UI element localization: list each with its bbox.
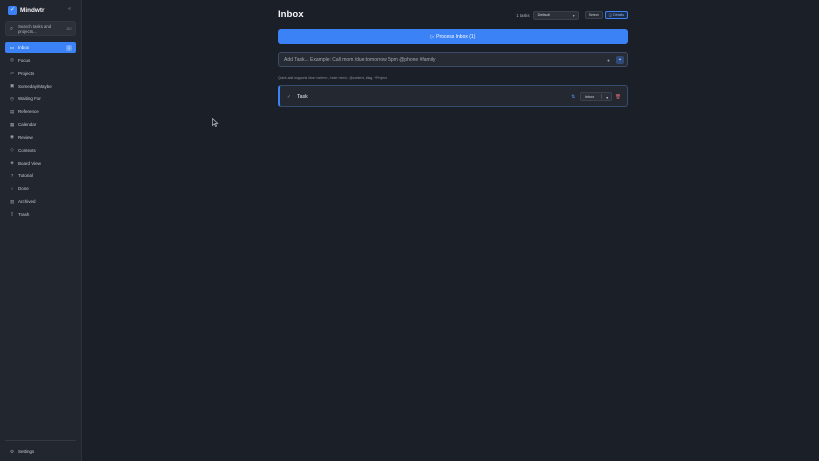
sidebar-item-contexts[interactable]: ◇ Contexts: [5, 145, 76, 156]
sidebar: ✓ Mindwtr « ⌕ Search tasks and projects.…: [0, 0, 82, 461]
tag-icon: ◇: [10, 147, 14, 153]
sidebar-item-board-view[interactable]: ◈ Board View: [5, 158, 76, 169]
search-shortcut: ⌘K: [66, 27, 72, 31]
page-title: Inbox: [278, 9, 304, 20]
sort-select[interactable]: Default ▾: [532, 10, 579, 20]
sidebar-divider: [5, 440, 76, 441]
task-checkbox-icon[interactable]: ✓: [287, 94, 291, 100]
gear-icon: ⚙: [9, 448, 15, 454]
clock-icon: ◷: [9, 95, 14, 101]
sidebar-item-label: Focus: [18, 57, 31, 63]
target-icon: ◎: [9, 57, 14, 63]
sidebar-item-archived[interactable]: ▥ Archived: [5, 196, 76, 207]
trash-icon[interactable]: 🗑︎: [615, 94, 621, 100]
add-task-input[interactable]: [284, 55, 604, 65]
help-icon: ?: [10, 173, 14, 179]
sort-select-value: Default: [537, 13, 550, 17]
magic-wand-icon[interactable]: ✦: [616, 56, 624, 64]
sidebar-item-trash[interactable]: ▯ Trash: [5, 209, 76, 220]
sidebar-item-label: Contexts: [18, 147, 36, 153]
select-separator: [601, 94, 603, 99]
header-controls: 1 tasks Default ▾ Select ◫ Details: [516, 10, 628, 20]
task-status-value: Inbox: [585, 94, 595, 99]
sidebar-item-calendar[interactable]: ▦ Calendar: [5, 119, 76, 130]
sidebar-item-waiting-for[interactable]: ◷ Waiting For: [5, 93, 76, 104]
sidebar-item-tutorial[interactable]: ? Tutorial: [5, 170, 76, 181]
process-inbox-label: Process Inbox (1): [436, 33, 476, 40]
check-circle-icon: ◉: [9, 134, 14, 140]
chevron-down-icon: ▾: [606, 95, 609, 100]
select-button[interactable]: Select: [584, 11, 603, 19]
sidebar-item-projects[interactable]: ▱ Projects: [5, 68, 76, 79]
search-box[interactable]: ⌕ Search tasks and projects... ⌘K: [5, 21, 76, 36]
mouse-cursor-icon: [212, 118, 219, 127]
sidebar-item-label: Reference: [18, 109, 39, 115]
details-button[interactable]: ◫ Details: [604, 11, 628, 19]
task-actions: ⇅ Inbox ▾ 🗑︎: [571, 92, 621, 101]
inbox-icon: ▭: [9, 44, 15, 50]
sidebar-item-label: Someday/Maybe: [18, 83, 52, 89]
archive-box-icon: ▣: [9, 83, 15, 89]
sidebar-item-label: Inbox: [18, 45, 30, 50]
microphone-icon[interactable]: ●: [605, 57, 612, 64]
quick-add-hint: Quick add supports /due:<when>, /note:<t…: [278, 76, 387, 80]
task-item[interactable]: ✓ Task ⇅ Inbox ▾ 🗑︎: [278, 85, 628, 107]
book-icon: ▤: [9, 108, 15, 114]
sidebar-item-settings[interactable]: ⚙ Settings: [5, 446, 76, 457]
task-title[interactable]: Task: [297, 94, 308, 100]
sidebar-item-label: Waiting For: [18, 96, 41, 102]
check-square-icon: ✓: [8, 5, 17, 15]
search-icon: ⌕: [10, 26, 14, 32]
chevron-down-icon: ▾: [572, 14, 575, 18]
sidebar-item-inbox[interactable]: ▭ Inbox 1: [5, 42, 76, 53]
app-name: Mindwtr: [20, 6, 45, 14]
split-icon[interactable]: ⇅: [571, 94, 575, 100]
brand[interactable]: ✓ Mindwtr: [8, 5, 45, 15]
sidebar-item-focus[interactable]: ◎ Focus: [5, 55, 76, 66]
done-circle-icon: ○: [10, 186, 14, 192]
folder-icon: ▱: [10, 70, 14, 76]
sidebar-item-label: Archived: [18, 199, 36, 205]
add-task-box: ● ✦: [278, 52, 628, 67]
sidebar-item-label: Calendar: [18, 122, 37, 128]
search-label: Search tasks and projects...: [18, 24, 52, 35]
sidebar-item-label: Done: [18, 186, 29, 192]
task-count: 1 tasks: [516, 12, 530, 18]
play-icon: ▷: [430, 33, 435, 39]
task-status-select[interactable]: Inbox ▾: [580, 92, 613, 101]
sidebar-item-label: Review: [18, 134, 33, 140]
sidebar-item-label: Projects: [18, 70, 35, 76]
calendar-icon: ▦: [9, 121, 15, 127]
sidebar-nav: ▭ Inbox 1 ◎ Focus ▱ Projects ▣ Someday/Maybe ◷ Wai…: [5, 42, 76, 222]
layers-icon: ◈: [10, 160, 14, 166]
collapse-sidebar-icon[interactable]: «: [68, 6, 71, 12]
sidebar-item-someday-maybe[interactable]: ▣ Someday/Maybe: [5, 81, 76, 92]
main-content: Inbox 1 tasks Default ▾ Select ◫ Details…: [278, 0, 628, 461]
process-inbox-button[interactable]: ▷ Process Inbox (1): [278, 29, 628, 44]
sidebar-item-label: Settings: [18, 449, 35, 454]
sidebar-item-label: Board View: [18, 160, 41, 166]
settings-section: ⚙ Settings: [5, 446, 76, 459]
sidebar-item-label: Tutorial: [18, 173, 33, 179]
archive-icon: ▥: [9, 198, 15, 204]
sidebar-item-review[interactable]: ◉ Review: [5, 132, 76, 143]
sidebar-item-count: 1: [66, 44, 72, 51]
sidebar-item-label: Trash: [18, 211, 30, 217]
trash-icon: ▯: [10, 211, 14, 217]
sidebar-item-reference[interactable]: ▤ Reference: [5, 106, 76, 117]
sidebar-item-done[interactable]: ○ Done: [5, 183, 76, 194]
